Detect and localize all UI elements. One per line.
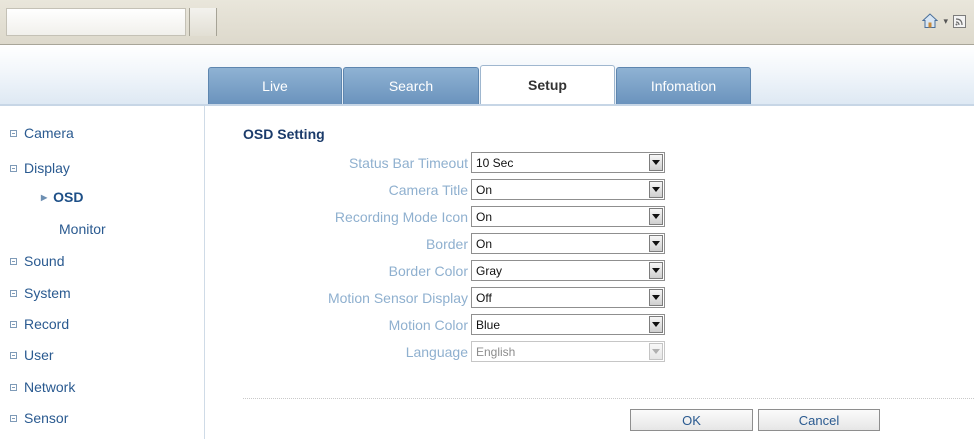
setting-label: Motion Color	[388, 317, 468, 333]
setting-row-border: Border On	[0, 233, 974, 255]
address-bar[interactable]	[6, 8, 186, 36]
sidebar-item-sensor[interactable]: Sensor	[10, 407, 68, 429]
main-tabs: Live Search Setup Infomation	[208, 65, 752, 104]
toolbar-icons: ▾	[922, 13, 966, 29]
select-value: On	[476, 183, 493, 197]
motion-color-select[interactable]: Blue	[471, 314, 665, 335]
cancel-button[interactable]: Cancel	[758, 409, 880, 431]
chevron-down-icon[interactable]	[649, 235, 663, 252]
setting-label: Language	[405, 344, 468, 360]
setting-label: Recording Mode Icon	[334, 209, 468, 225]
select-value: Off	[476, 291, 492, 305]
chevron-down-icon[interactable]	[649, 262, 663, 279]
select-value: On	[476, 237, 493, 251]
chevron-down-icon	[649, 343, 663, 360]
select-value: Blue	[476, 318, 501, 332]
select-value: On	[476, 210, 493, 224]
setting-row-border-color: Border Color Gray	[0, 260, 974, 282]
feed-icon[interactable]	[953, 14, 966, 28]
setting-row-motion-color: Motion Color Blue	[0, 314, 974, 336]
setting-label: Camera Title	[388, 182, 468, 198]
expand-icon	[10, 383, 17, 391]
select-value: English	[476, 345, 516, 359]
browser-toolbar: ▾	[0, 0, 974, 45]
chevron-down-icon[interactable]: ▾	[943, 16, 948, 27]
setting-row-camera-title: Camera Title On	[0, 179, 974, 201]
select-value: Gray	[476, 264, 503, 278]
chevron-down-icon[interactable]	[649, 181, 663, 198]
sidebar-item-label: Camera	[24, 125, 74, 141]
sidebar-item-network[interactable]: Network	[10, 376, 75, 398]
sidebar-item-camera[interactable]: Camera	[10, 122, 74, 144]
page-title: OSD Setting	[243, 126, 325, 142]
setting-label: Status Bar Timeout	[348, 155, 468, 171]
ok-button[interactable]: OK	[630, 409, 753, 431]
setting-label: Border Color	[388, 263, 468, 279]
tab-setup[interactable]: Setup	[480, 65, 615, 104]
chevron-down-icon[interactable]	[649, 208, 663, 225]
sidebar-item-label: Network	[24, 379, 76, 395]
collapse-icon	[10, 129, 17, 137]
setting-row-recording-mode-icon: Recording Mode Icon On	[0, 206, 974, 228]
setting-row-language: Language English	[0, 341, 974, 363]
motion-sensor-display-select[interactable]: Off	[471, 287, 665, 308]
tab-live[interactable]: Live	[208, 67, 342, 104]
chevron-down-icon[interactable]	[649, 316, 663, 333]
recording-mode-icon-select[interactable]: On	[471, 206, 665, 227]
border-color-select[interactable]: Gray	[471, 260, 665, 281]
toolbar-button[interactable]	[189, 8, 217, 36]
setting-label: Border	[425, 236, 468, 252]
chevron-down-icon[interactable]	[649, 154, 663, 171]
tab-infomation[interactable]: Infomation	[616, 67, 751, 104]
divider	[243, 398, 974, 399]
select-value: 10 Sec	[476, 156, 514, 170]
setting-row-status-bar-timeout: Status Bar Timeout 10 Sec	[0, 152, 974, 174]
setting-row-motion-sensor-display: Motion Sensor Display Off	[0, 287, 974, 309]
chevron-down-icon[interactable]	[649, 289, 663, 306]
tab-search[interactable]: Search	[343, 67, 479, 104]
setting-label: Motion Sensor Display	[327, 290, 468, 306]
status-bar-timeout-select[interactable]: 10 Sec	[471, 152, 665, 173]
language-select: English	[471, 341, 665, 362]
home-icon[interactable]	[922, 13, 939, 29]
expand-icon	[10, 414, 17, 422]
sidebar-item-label: Sensor	[24, 410, 69, 426]
camera-title-select[interactable]: On	[471, 179, 665, 200]
border-select[interactable]: On	[471, 233, 665, 254]
